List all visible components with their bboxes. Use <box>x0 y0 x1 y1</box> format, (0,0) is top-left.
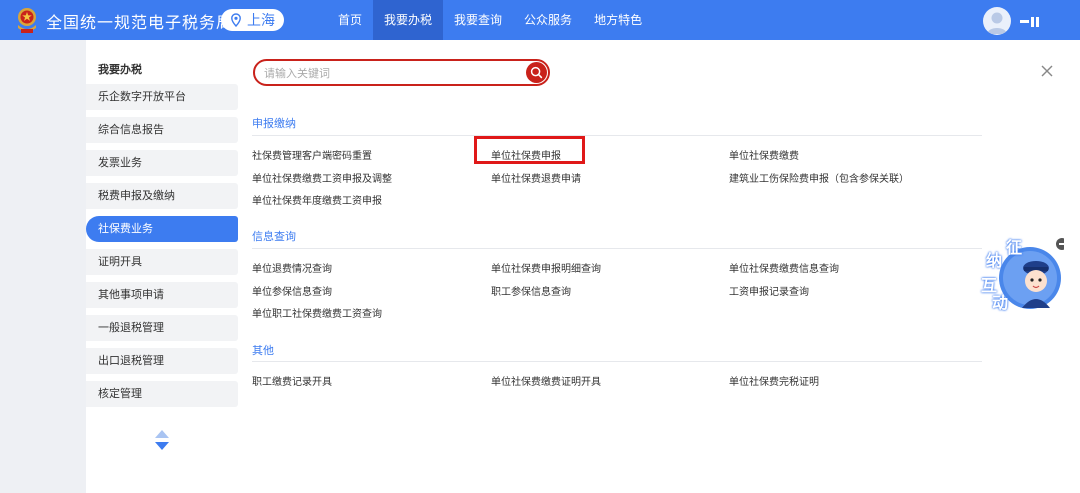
link-payment-certificate[interactable]: 单位社保费缴费证明开具 <box>491 373 601 388</box>
assistant-char-dong: 动 <box>992 293 1009 312</box>
link-declaration-detail-query[interactable]: 单位社保费申报明细查询 <box>491 260 601 275</box>
sidebar-item-general-refund[interactable]: 一般退税管理 <box>86 315 238 341</box>
link-unit-enrollment-query[interactable]: 单位参保信息查询 <box>252 283 332 298</box>
nav-tax-handling[interactable]: 我要办税 <box>373 0 444 40</box>
section-divider <box>252 248 982 249</box>
link-employee-wage-query[interactable]: 单位职工社保费缴费工资查询 <box>252 305 382 320</box>
sidebar-item-assessment[interactable]: 核定管理 <box>86 381 238 407</box>
nav-home[interactable]: 首页 <box>327 0 373 40</box>
nav-query[interactable]: 我要查询 <box>443 0 513 40</box>
region-label: 上海 <box>247 13 275 29</box>
assistant-char-na: 纳 <box>986 251 1003 270</box>
link-tax-payment-certificate[interactable]: 单位社保费完税证明 <box>729 373 819 388</box>
sidebar-item-other-application[interactable]: 其他事项申请 <box>86 282 238 308</box>
section-divider <box>252 135 982 136</box>
tax-emblem-icon <box>18 8 36 33</box>
link-wage-declaration-adjustment[interactable]: 单位社保费缴费工资申报及调整 <box>252 170 392 185</box>
link-refund-application[interactable]: 单位社保费退费申请 <box>491 170 581 185</box>
sidebar: 我要办税 乐企数字开放平台 综合信息报告 发票业务 税费申报及缴纳 社保费业务 … <box>86 40 238 493</box>
search-input[interactable] <box>264 64 514 82</box>
highlight-box <box>474 136 585 164</box>
main-panel: 申报缴纳 社保费管理客户端密码重置 单位社保费申报 单位社保费缴费 单位社保费缴… <box>238 40 1080 493</box>
top-header: 全国统一规范电子税务局 上海 首页 我要办税 我要查询 公众服务 地方特色 <box>0 0 1080 40</box>
site-brand-title[interactable]: 全国统一规范电子税务局 <box>46 9 233 33</box>
link-annual-wage-declaration[interactable]: 单位社保费年度缴费工资申报 <box>252 192 382 207</box>
user-silhouette-icon <box>987 12 1007 34</box>
link-payment-info-query[interactable]: 单位社保费缴费信息查询 <box>729 260 839 275</box>
link-construction-injury-insurance[interactable]: 建筑业工伤保险费申报（包含参保关联） <box>729 170 909 185</box>
link-unit-social-insurance-payment[interactable]: 单位社保费缴费 <box>729 147 799 162</box>
nav-public-service[interactable]: 公众服务 <box>513 0 583 40</box>
location-pin-icon <box>231 13 241 27</box>
interaction-assistant[interactable]: 征 纳 互 动 <box>978 234 1068 320</box>
region-selector[interactable]: 上海 <box>221 9 284 31</box>
link-employee-enrollment-query[interactable]: 职工参保信息查询 <box>491 283 571 298</box>
user-avatar[interactable] <box>983 7 1011 35</box>
section-title-declaration: 申报缴纳 <box>252 117 296 130</box>
assistant-char-zheng: 征 <box>1006 238 1023 257</box>
search-box <box>253 59 550 86</box>
scroll-up-down-icon[interactable] <box>154 429 170 451</box>
sidebar-item-tax-declaration[interactable]: 税费申报及缴纳 <box>86 183 238 209</box>
nav-local-features[interactable]: 地方特色 <box>583 0 653 40</box>
section-title-info-query: 信息查询 <box>252 230 296 243</box>
close-icon[interactable] <box>1040 64 1054 78</box>
sidebar-item-social-insurance[interactable]: 社保费业务 <box>86 216 238 242</box>
search-icon <box>530 66 543 79</box>
username-masked-icon[interactable] <box>1020 17 1044 27</box>
sidebar-item-info-report[interactable]: 综合信息报告 <box>86 117 238 143</box>
sidebar-item-certificate[interactable]: 证明开具 <box>86 249 238 275</box>
link-refund-status-query[interactable]: 单位退费情况查询 <box>252 260 332 275</box>
sidebar-title: 我要办税 <box>98 63 142 76</box>
sidebar-menu: 乐企数字开放平台 综合信息报告 发票业务 税费申报及缴纳 社保费业务 证明开具 … <box>86 84 238 414</box>
sidebar-item-leqi-platform[interactable]: 乐企数字开放平台 <box>86 84 238 110</box>
link-employee-payment-record[interactable]: 职工缴费记录开具 <box>252 373 332 388</box>
search-button[interactable] <box>526 62 547 83</box>
link-client-password-reset[interactable]: 社保费管理客户端密码重置 <box>252 147 372 162</box>
section-title-other: 其他 <box>252 344 274 357</box>
sidebar-item-export-refund[interactable]: 出口退税管理 <box>86 348 238 374</box>
main-nav: 首页 我要办税 我要查询 公众服务 地方特色 <box>327 0 653 40</box>
sidebar-item-invoice[interactable]: 发票业务 <box>86 150 238 176</box>
link-wage-record-query[interactable]: 工资申报记录查询 <box>729 283 809 298</box>
section-divider <box>252 361 982 362</box>
